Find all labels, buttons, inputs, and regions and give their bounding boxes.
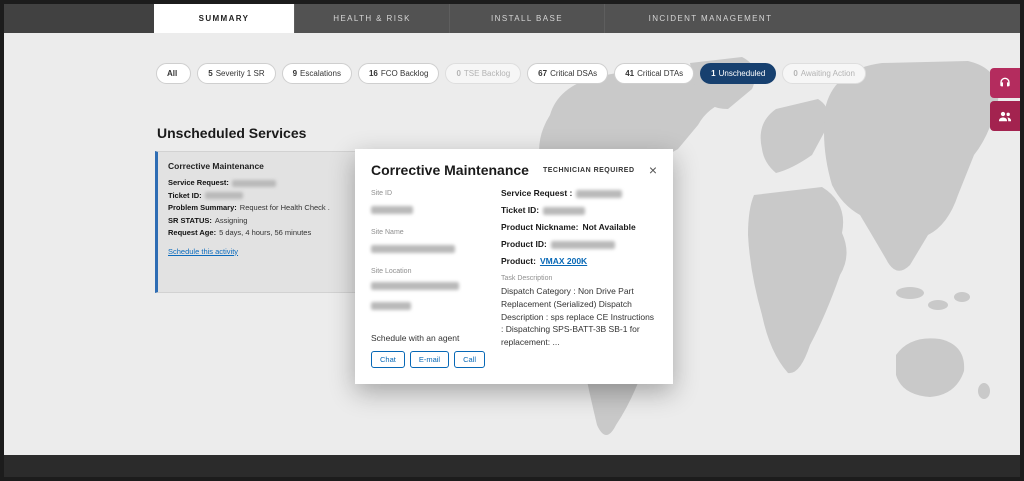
filter-critical-dsas[interactable]: 67Critical DSAs xyxy=(527,63,608,84)
schedule-agent-label: Schedule with an agent xyxy=(371,333,491,343)
redacted-value xyxy=(543,207,585,215)
filter-count: 5 xyxy=(208,69,212,78)
modal-field-product-nickname: Product Nickname: Not Available xyxy=(501,222,657,232)
filter-escalations[interactable]: 9Escalations xyxy=(282,63,352,84)
filter-count: 0 xyxy=(456,69,460,78)
task-description-text: Dispatch Category : Non Drive Part Repla… xyxy=(501,285,657,349)
redacted-value xyxy=(371,245,455,253)
field-label: Ticket ID: xyxy=(501,205,539,215)
tab-incident-management[interactable]: INCIDENT MANAGEMENT xyxy=(604,4,816,33)
filter-bar: All 5 Severity 1 SR 9Escalations 16FCO Ba… xyxy=(156,63,866,84)
modal-field-ticket-id: Ticket ID: xyxy=(501,205,657,215)
tab-label: SUMMARY xyxy=(199,14,250,23)
filter-count: 67 xyxy=(538,69,547,78)
field-label: Product Nickname: xyxy=(501,222,578,232)
field-value: Request for Health Check . xyxy=(240,203,330,212)
filter-count: 16 xyxy=(369,69,378,78)
redacted-value xyxy=(371,282,459,290)
filter-label: Severity 1 SR xyxy=(216,69,265,78)
filter-label: TSE Backlog xyxy=(464,69,510,78)
filter-all[interactable]: All xyxy=(156,63,191,84)
tab-label: INCIDENT MANAGEMENT xyxy=(649,14,773,23)
field-label: Ticket ID: xyxy=(168,191,202,200)
technician-required-badge: TECHNICIAN REQUIRED xyxy=(543,167,635,174)
field-label: Service Request : xyxy=(501,188,572,198)
modal-field-service-request: Service Request : xyxy=(501,188,657,198)
redacted-value xyxy=(232,180,276,187)
modal-field-product: Product: VMAX 200K xyxy=(501,256,657,266)
modal-body: Site ID Site Name Site Location Schedule… xyxy=(371,188,657,368)
filter-label: All xyxy=(167,69,177,78)
redacted-value xyxy=(371,302,411,310)
page-title: Unscheduled Services xyxy=(157,125,306,141)
site-location-label: Site Location xyxy=(371,268,491,275)
task-description-label: Task Description xyxy=(501,275,657,282)
headset-icon xyxy=(997,75,1013,91)
people-icon xyxy=(997,108,1013,124)
chat-button[interactable]: Chat xyxy=(371,351,405,368)
field-value: Not Available xyxy=(582,222,635,232)
tab-label: INSTALL BASE xyxy=(491,14,563,23)
filter-fco-backlog[interactable]: 16FCO Backlog xyxy=(358,63,439,84)
tab-summary[interactable]: SUMMARY xyxy=(154,4,294,33)
filter-unscheduled[interactable]: 1 Unscheduled xyxy=(700,63,776,84)
filter-label: Unscheduled xyxy=(719,69,766,78)
support-headset-button[interactable] xyxy=(990,68,1020,98)
tab-label: HEALTH & RISK xyxy=(333,14,411,23)
filter-awaiting-action: 0 Awaiting Action xyxy=(782,63,866,84)
modal-title: Corrective Maintenance xyxy=(371,162,529,178)
filter-severity-1-sr[interactable]: 5 Severity 1 SR xyxy=(197,63,275,84)
topbar-left-block xyxy=(4,4,154,33)
filter-label: Escalations xyxy=(300,69,341,78)
app-window: SUMMARY HEALTH & RISK INSTALL BASE INCID… xyxy=(0,0,1024,481)
site-id-label: Site ID xyxy=(371,190,491,197)
field-label: Problem Summary: xyxy=(168,203,237,212)
filter-label: Awaiting Action xyxy=(801,69,855,78)
modal-detail-column: Service Request : Ticket ID: Product Nic… xyxy=(491,188,657,368)
filter-count: 0 xyxy=(793,69,797,78)
filter-label: Critical DTAs xyxy=(637,69,683,78)
redacted-value xyxy=(551,241,615,249)
agent-contact-buttons: Chat E-mail Call xyxy=(371,351,491,368)
filter-critical-dtas[interactable]: 41Critical DTAs xyxy=(614,63,694,84)
field-label: SR STATUS: xyxy=(168,216,212,225)
contacts-button[interactable] xyxy=(990,101,1020,131)
bottom-bar xyxy=(4,455,1020,477)
schedule-activity-link[interactable]: Schedule this activity xyxy=(168,247,238,256)
card-title: Corrective Maintenance xyxy=(168,161,264,171)
field-value: Assigning xyxy=(215,216,248,225)
redacted-value xyxy=(205,192,243,199)
redacted-value xyxy=(576,190,622,198)
content-area: All 5 Severity 1 SR 9Escalations 16FCO Ba… xyxy=(4,33,1020,455)
site-name-label: Site Name xyxy=(371,229,491,236)
redacted-value xyxy=(371,206,413,214)
field-label: Product: xyxy=(501,256,536,266)
modal-header: Corrective Maintenance TECHNICIAN REQUIR… xyxy=(371,162,657,178)
filter-tse-backlog: 0 TSE Backlog xyxy=(445,63,521,84)
side-action-rail xyxy=(990,68,1020,131)
close-icon[interactable]: × xyxy=(649,163,657,177)
field-label: Product ID: xyxy=(501,239,547,249)
service-detail-modal: Corrective Maintenance TECHNICIAN REQUIR… xyxy=(355,149,673,384)
field-value: 5 days, 4 hours, 56 minutes xyxy=(219,228,311,237)
call-button[interactable]: Call xyxy=(454,351,485,368)
field-label: Service Request: xyxy=(168,178,229,187)
modal-site-column: Site ID Site Name Site Location Schedule… xyxy=(371,188,491,368)
filter-count: 41 xyxy=(625,69,634,78)
tab-install-base[interactable]: INSTALL BASE xyxy=(449,4,604,33)
app-frame: SUMMARY HEALTH & RISK INSTALL BASE INCID… xyxy=(4,4,1020,477)
filter-count: 1 xyxy=(711,69,715,78)
product-link[interactable]: VMAX 200K xyxy=(540,256,587,266)
filter-count: 9 xyxy=(293,69,297,78)
filter-label: FCO Backlog xyxy=(381,69,429,78)
modal-field-product-id: Product ID: xyxy=(501,239,657,249)
filter-label: Critical DSAs xyxy=(550,69,597,78)
email-button[interactable]: E-mail xyxy=(410,351,449,368)
tab-health-risk[interactable]: HEALTH & RISK xyxy=(294,4,449,33)
top-tab-bar: SUMMARY HEALTH & RISK INSTALL BASE INCID… xyxy=(4,4,1020,33)
field-label: Request Age: xyxy=(168,228,216,237)
